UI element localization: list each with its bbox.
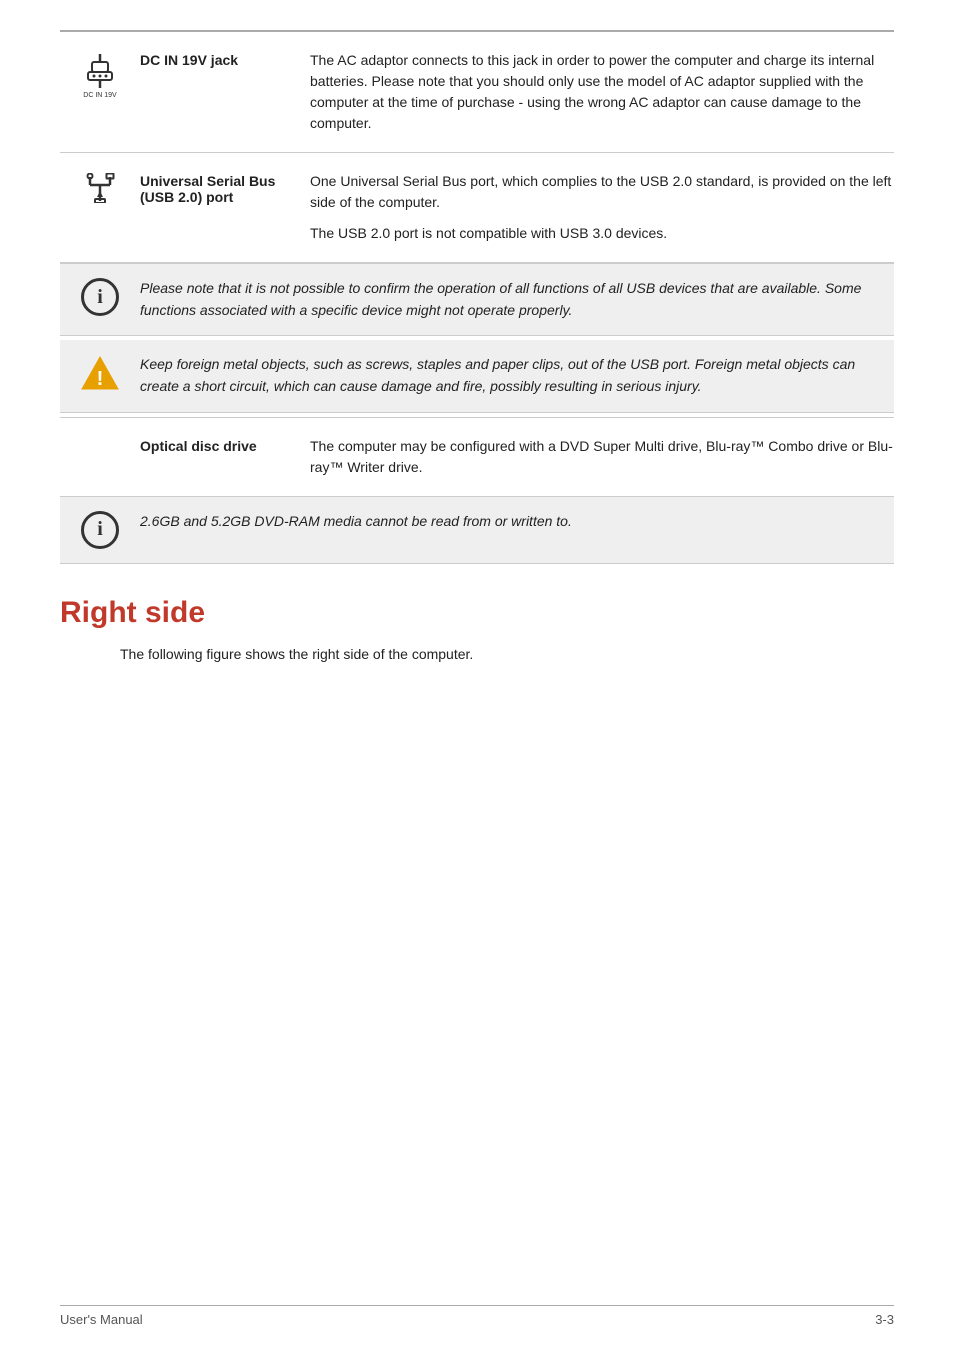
warning1-icon-col: !: [76, 354, 124, 392]
footer-left: User's Manual: [60, 1312, 143, 1327]
note1-text: Please note that it is not possible to c…: [140, 278, 878, 321]
dc-in-icon-col: DC IN 19V: [60, 50, 140, 100]
usb-label: Universal Serial Bus (USB 2.0) port: [140, 171, 310, 205]
note2-box: i 2.6GB and 5.2GB DVD-RAM media cannot b…: [60, 497, 894, 564]
usb-description: One Universal Serial Bus port, which com…: [310, 171, 894, 244]
usb-icon-col: [60, 171, 140, 203]
dc-in-row: DC IN 19V DC IN 19V jack The AC adaptor …: [60, 32, 894, 153]
info-icon-2: i: [81, 511, 119, 549]
svg-text:!: !: [97, 368, 104, 390]
warning1-box: ! Keep foreign metal objects, such as sc…: [60, 340, 894, 412]
usb-desc-p2: The USB 2.0 port is not compatible with …: [310, 223, 894, 244]
footer-right: 3-3: [875, 1312, 894, 1327]
optical-row: Optical disc drive The computer may be c…: [60, 417, 894, 497]
right-side-intro: The following figure shows the right sid…: [120, 644, 894, 665]
note1-box: i Please note that it is not possible to…: [60, 263, 894, 336]
note2-text: 2.6GB and 5.2GB DVD-RAM media cannot be …: [140, 511, 878, 533]
dc-in-label: DC IN 19V jack: [140, 50, 310, 68]
page-footer: User's Manual 3-3: [60, 1305, 894, 1327]
dc-in-description: The AC adaptor connects to this jack in …: [310, 50, 894, 134]
dc-in-desc-p1: The AC adaptor connects to this jack in …: [310, 50, 894, 134]
optical-icon-col: [60, 436, 140, 438]
warning1-text: Keep foreign metal objects, such as scre…: [140, 354, 878, 397]
right-side-heading: Right side: [60, 596, 894, 630]
optical-label: Optical disc drive: [140, 436, 310, 454]
dc-jack-svg: [78, 52, 122, 96]
dc-icon-label-text: DC IN 19V: [83, 92, 116, 100]
info-icon-1: i: [81, 278, 119, 316]
page-content: DC IN 19V DC IN 19V jack The AC adaptor …: [0, 0, 954, 725]
usb-row: Universal Serial Bus (USB 2.0) port One …: [60, 153, 894, 263]
usb-trident-icon: [82, 173, 118, 203]
note1-icon-col: i: [76, 278, 124, 316]
warning-icon: !: [79, 354, 121, 392]
warning-triangle-svg: !: [80, 355, 120, 391]
note2-icon-col: i: [76, 511, 124, 549]
optical-description: The computer may be configured with a DV…: [310, 436, 894, 478]
dc-jack-icon: DC IN 19V: [78, 52, 122, 100]
usb-desc-p1: One Universal Serial Bus port, which com…: [310, 171, 894, 213]
optical-desc-p1: The computer may be configured with a DV…: [310, 436, 894, 478]
